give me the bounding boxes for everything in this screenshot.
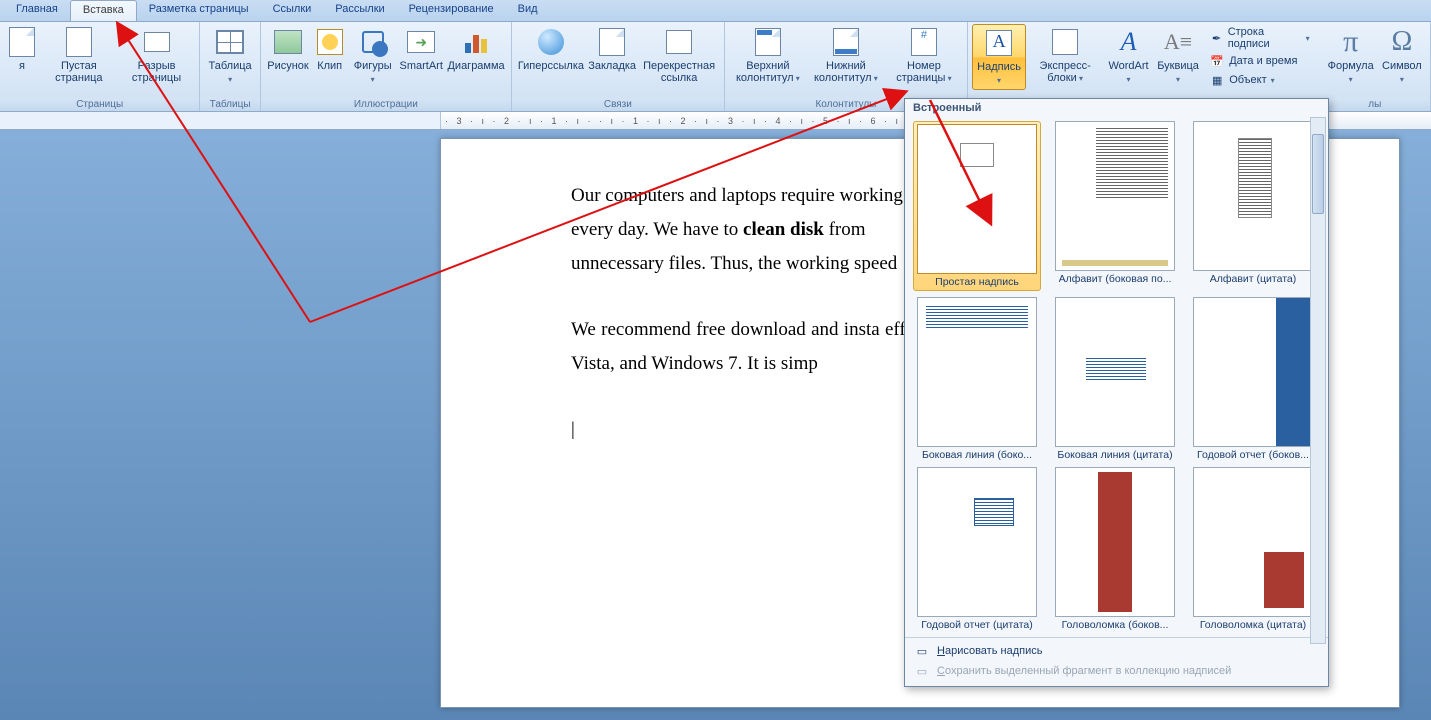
header-button[interactable]: Верхний колонтитул bbox=[729, 24, 807, 87]
chart-button[interactable]: Диаграмма bbox=[445, 24, 507, 74]
shapes-button[interactable]: Фигуры bbox=[348, 24, 397, 88]
object-icon: ▦ bbox=[1209, 72, 1225, 88]
gallery-item-pupuzzle-side[interactable]: Головоломка (боков... bbox=[1051, 467, 1179, 631]
signature-icon: ✒ bbox=[1209, 30, 1224, 46]
group-tables: Таблица Таблицы bbox=[200, 22, 260, 111]
tab-view[interactable]: Вид bbox=[506, 0, 550, 21]
ribbon-tabbar: Главная Вставка Разметка страницы Ссылки… bbox=[0, 0, 1431, 22]
group-label-links: Связи bbox=[512, 98, 724, 111]
gallery-item-alphabet-quote[interactable]: Алфавит (цитата) bbox=[1189, 121, 1317, 291]
crossref-button[interactable]: Перекрестная ссылка bbox=[638, 24, 720, 86]
footer-button[interactable]: Нижний колонтитул bbox=[807, 24, 885, 87]
group-illustrations: Рисунок Клип Фигуры ➜SmartArt Диаграмма … bbox=[261, 22, 512, 111]
group-label-pages: Страницы bbox=[0, 98, 199, 111]
textbox-button[interactable]: AНадпись bbox=[972, 24, 1026, 90]
gallery-item-annual-side[interactable]: Годовой отчет (боков... bbox=[1189, 297, 1317, 461]
page-break-button[interactable]: Разрыв страницы bbox=[118, 24, 196, 86]
blank-page-button[interactable]: Пустая страница bbox=[40, 24, 118, 86]
tab-insert[interactable]: Вставка bbox=[70, 0, 137, 21]
datetime-button[interactable]: 📅Дата и время bbox=[1205, 52, 1313, 70]
quickparts-button[interactable]: Экспресс-блоки bbox=[1026, 24, 1104, 87]
gallery-item-sideline-quote[interactable]: Боковая линия (цитата) bbox=[1051, 297, 1179, 461]
gallery-item-simple[interactable]: Простая надпись bbox=[913, 121, 1041, 291]
clip-button[interactable]: Клип bbox=[311, 24, 348, 74]
signature-line-button[interactable]: ✒Строка подписи ▾ bbox=[1205, 25, 1313, 51]
save-small-icon: ▭ bbox=[913, 663, 931, 679]
object-button[interactable]: ▦Объект ▾ bbox=[1205, 71, 1313, 89]
gallery-section-builtin: Встроенный bbox=[905, 99, 1328, 117]
tab-layout[interactable]: Разметка страницы bbox=[137, 0, 261, 21]
dropcap-button[interactable]: A≡Буквица bbox=[1153, 24, 1203, 88]
textbox-gallery-popup: Встроенный Простая надпись Алфавит (боко… bbox=[904, 98, 1329, 687]
group-links: Гиперссылка Закладка Перекрестная ссылка… bbox=[512, 22, 725, 111]
picture-button[interactable]: Рисунок bbox=[265, 24, 311, 74]
group-pages: я Пустая страница Разрыв страницы Страни… bbox=[0, 22, 200, 111]
calendar-icon: 📅 bbox=[1209, 53, 1225, 69]
cover-page-button[interactable]: я bbox=[4, 24, 40, 74]
gallery-grid: Простая надпись Алфавит (боковая по... А… bbox=[905, 117, 1328, 637]
tab-home[interactable]: Главная bbox=[4, 0, 70, 21]
gallery-item-alphabet-side[interactable]: Алфавит (боковая по... bbox=[1051, 121, 1179, 291]
tab-review[interactable]: Рецензирование bbox=[397, 0, 506, 21]
gallery-item-sideline-side[interactable]: Боковая линия (боко... bbox=[913, 297, 1041, 461]
group-label-symbols: лы bbox=[1320, 98, 1430, 111]
equation-button[interactable]: πФормула bbox=[1324, 24, 1378, 88]
gallery-item-annual-quote[interactable]: Годовой отчет (цитата) bbox=[913, 467, 1041, 631]
smartart-button[interactable]: ➜SmartArt bbox=[397, 24, 445, 74]
draw-textbox-item[interactable]: ▭ Нарисовать надпись bbox=[911, 641, 1322, 661]
gallery-scrollbar[interactable] bbox=[1310, 117, 1326, 644]
table-button[interactable]: Таблица bbox=[204, 24, 255, 88]
group-label-illus: Иллюстрации bbox=[261, 98, 511, 111]
symbol-button[interactable]: ΩСимвол bbox=[1378, 24, 1426, 88]
gallery-item-puzzle-quote[interactable]: Головоломка (цитата) bbox=[1189, 467, 1317, 631]
wordart-button[interactable]: AWordArt bbox=[1104, 24, 1153, 88]
tab-refs[interactable]: Ссылки bbox=[261, 0, 324, 21]
tab-mailings[interactable]: Рассылки bbox=[323, 0, 396, 21]
page-number-button[interactable]: #Номер страницы bbox=[885, 24, 963, 87]
group-label-tables: Таблицы bbox=[200, 98, 259, 111]
save-selection-item: ▭ Сохранить выделенный фрагмент в коллек… bbox=[911, 661, 1322, 681]
hyperlink-button[interactable]: Гиперссылка bbox=[516, 24, 586, 74]
bookmark-button[interactable]: Закладка bbox=[586, 24, 638, 74]
textbox-small-icon: ▭ bbox=[913, 643, 931, 659]
group-symbols: πФормула ΩСимвол лы bbox=[1320, 22, 1431, 111]
